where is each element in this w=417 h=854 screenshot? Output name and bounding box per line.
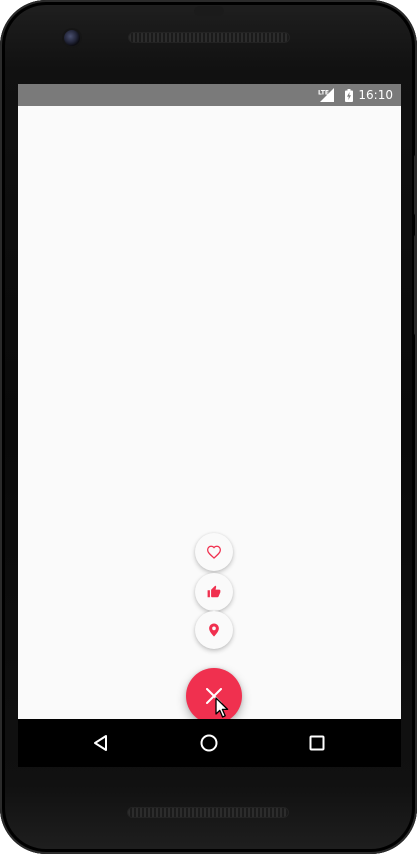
back-icon xyxy=(94,735,107,751)
close-menu-fab[interactable] xyxy=(186,668,242,719)
lte-signal-icon: LTE xyxy=(318,88,334,102)
favorite-fab[interactable] xyxy=(195,533,233,571)
recents-button[interactable] xyxy=(305,731,329,755)
like-fab[interactable] xyxy=(195,573,233,611)
app-content xyxy=(18,106,401,719)
recents-icon xyxy=(309,735,325,751)
top-sensor xyxy=(194,6,224,16)
back-button[interactable] xyxy=(89,731,113,755)
earpiece-speaker xyxy=(129,33,289,42)
phone-frame: LTE 16:10 xyxy=(0,0,417,854)
front-camera xyxy=(64,30,80,46)
battery-charging-icon xyxy=(345,89,353,102)
thumbs-up-icon xyxy=(207,585,221,598)
navigation-bar xyxy=(18,719,401,767)
location-fab[interactable] xyxy=(195,611,233,649)
screen: LTE 16:10 xyxy=(18,84,401,719)
home-icon xyxy=(200,734,218,752)
svg-text:LTE: LTE xyxy=(318,90,329,97)
status-bar: LTE 16:10 xyxy=(18,84,401,106)
status-time: 16:10 xyxy=(358,88,393,102)
bottom-speaker xyxy=(128,808,288,817)
home-button[interactable] xyxy=(197,731,221,755)
map-pin-icon xyxy=(209,623,219,637)
heart-outline-icon xyxy=(206,545,222,559)
mouse-cursor-icon xyxy=(215,697,229,718)
